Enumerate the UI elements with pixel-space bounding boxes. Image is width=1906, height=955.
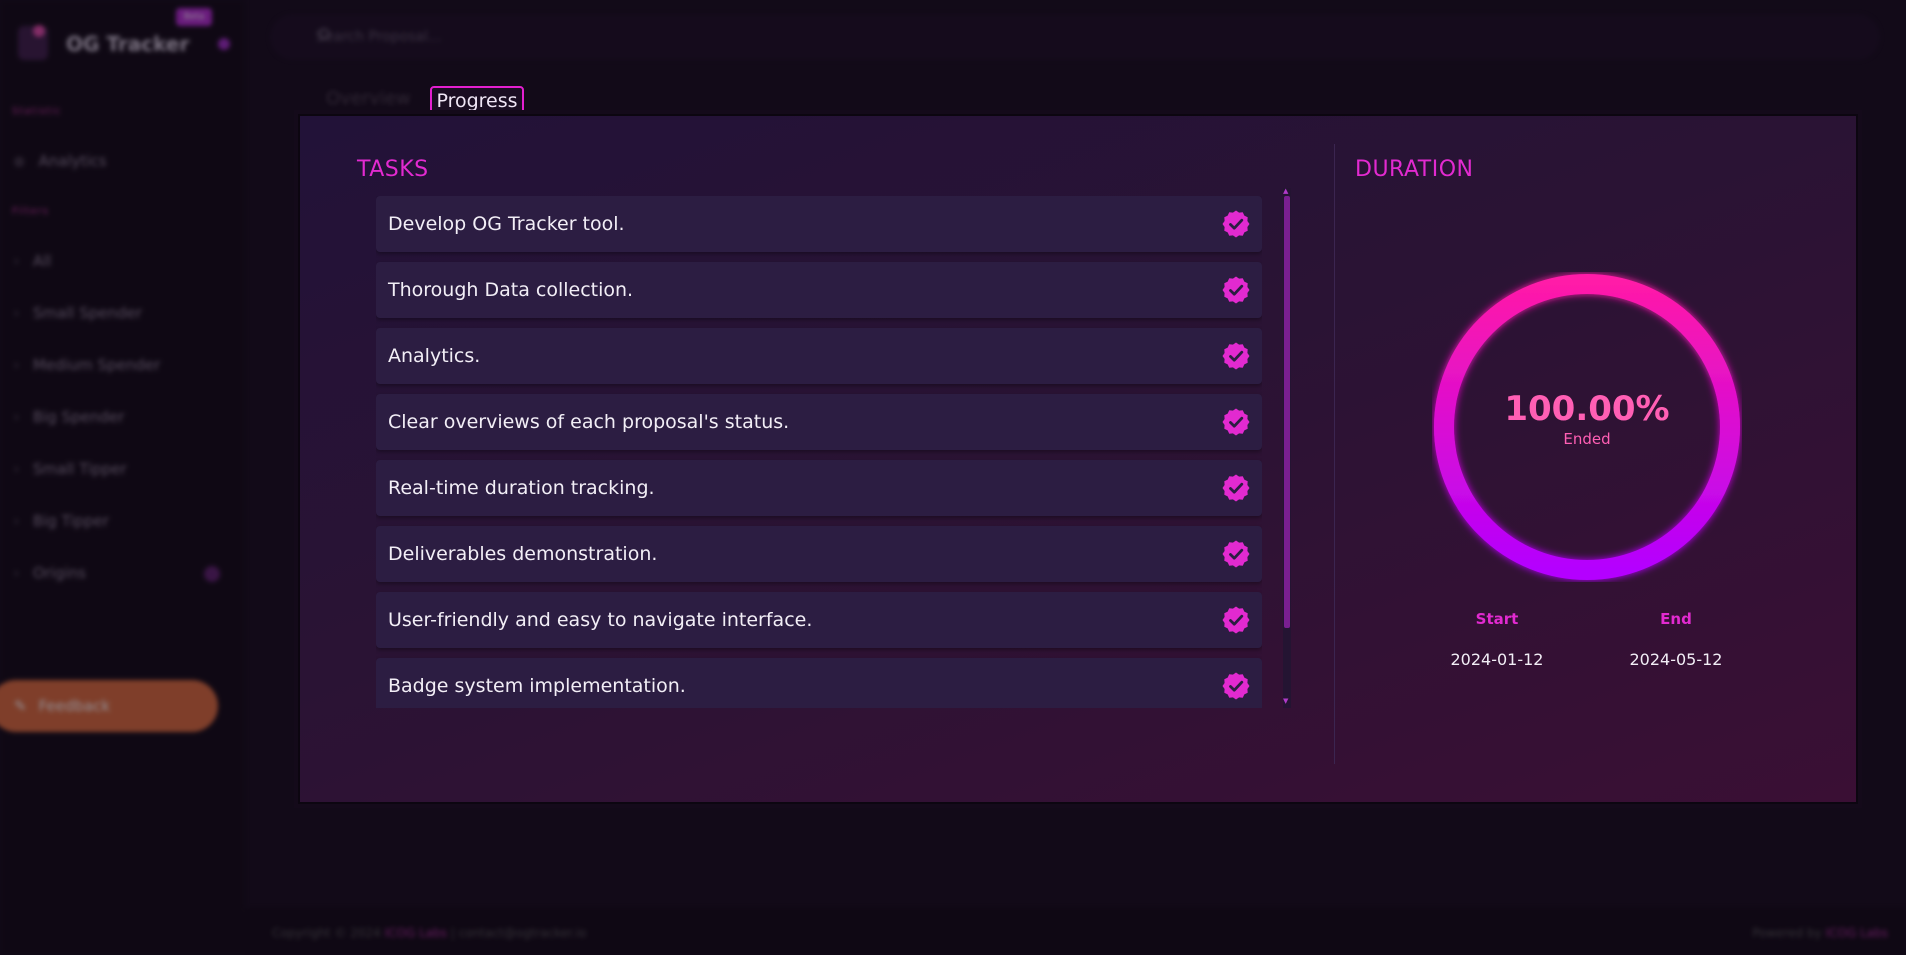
sidebar-item-big-spender[interactable]: › Big Spender xyxy=(14,408,124,426)
task-label: Analytics. xyxy=(388,345,481,367)
sidebar-item-label: Medium Spender xyxy=(32,356,161,374)
end-date: 2024-05-12 xyxy=(1629,650,1723,669)
task-label: Thorough Data collection. xyxy=(388,279,634,301)
chevron-right-icon: › xyxy=(14,358,19,372)
sidebar-item-small-tipper[interactable]: › Small Tipper xyxy=(14,460,127,478)
sidebar-item-origins[interactable]: › Origins xyxy=(14,564,86,582)
chevron-right-icon: › xyxy=(14,566,19,580)
badge-check-icon xyxy=(1222,342,1250,370)
task-item[interactable]: Analytics. xyxy=(376,328,1262,384)
scroll-up-icon[interactable]: ▲ xyxy=(1283,187,1288,195)
sidebar-item-label: Big Tipper xyxy=(32,512,109,530)
sidebar-item-label: Small Tipper xyxy=(32,460,127,478)
task-item[interactable]: Clear overviews of each proposal's statu… xyxy=(376,394,1262,450)
powered-prefix: Powered by xyxy=(1752,926,1822,940)
badge-check-icon xyxy=(1222,474,1250,502)
sidebar-item-analytics[interactable]: ◍ Analytics xyxy=(14,152,107,170)
task-label: Deliverables demonstration. xyxy=(388,543,658,565)
analytics-icon: ◍ xyxy=(14,154,25,168)
app-title: OG Tracker xyxy=(66,32,190,56)
task-item[interactable]: Badge system implementation. xyxy=(376,658,1262,708)
end-label: End xyxy=(1660,610,1692,628)
task-item[interactable]: Thorough Data collection. xyxy=(376,262,1262,318)
origins-badge xyxy=(204,566,220,582)
badge-check-icon xyxy=(1222,408,1250,436)
task-item[interactable]: Real-time duration tracking. xyxy=(376,460,1262,516)
collapse-sidebar-icon[interactable] xyxy=(218,38,230,50)
task-list[interactable]: Develop OG Tracker tool. Thorough Data co… xyxy=(376,196,1262,708)
sidebar-item-label: Big Spender xyxy=(32,408,125,426)
task-label: Real-time duration tracking. xyxy=(388,477,655,499)
chevron-right-icon: › xyxy=(14,462,19,476)
footer-brand-link[interactable]: ICOG Labs xyxy=(385,926,447,940)
feedback-icon: ✎ xyxy=(14,697,27,715)
progress-percent: 100.00% xyxy=(1504,389,1670,429)
sidebar-section-statistic: Statistic xyxy=(12,106,62,117)
scroll-down-icon[interactable]: ▼ xyxy=(1283,697,1288,705)
footer-powered-by: Powered by ICOG Labs xyxy=(1752,926,1888,940)
feedback-label: Feedback xyxy=(38,697,111,715)
tab-overview[interactable]: Overview xyxy=(326,88,411,109)
sidebar-item-small-spender[interactable]: › Small Spender xyxy=(14,304,142,322)
start-date: 2024-01-12 xyxy=(1450,650,1544,669)
sidebar-item-big-tipper[interactable]: › Big Tipper xyxy=(14,512,109,530)
task-label: User-friendly and easy to navigate inter… xyxy=(388,609,813,631)
badge-check-icon xyxy=(1222,276,1250,304)
tab-progress[interactable]: Progress xyxy=(430,86,524,116)
task-label: Develop OG Tracker tool. xyxy=(388,213,625,235)
tasks-heading: TASKS xyxy=(357,157,429,182)
powered-brand-link[interactable]: ICOG Labs xyxy=(1826,926,1888,940)
chevron-right-icon: › xyxy=(14,254,19,268)
badge-check-icon xyxy=(1222,606,1250,634)
chevron-right-icon: › xyxy=(14,306,19,320)
search-icon xyxy=(318,28,330,40)
sidebar-section-filters: Filters xyxy=(12,206,49,217)
progress-status: Ended xyxy=(1563,430,1611,448)
sidebar-item-medium-spender[interactable]: › Medium Spender xyxy=(14,356,160,374)
badge-check-icon xyxy=(1222,210,1250,238)
task-item[interactable]: Deliverables demonstration. xyxy=(376,526,1262,582)
logo-icon xyxy=(33,25,45,37)
panel-divider xyxy=(1334,144,1335,764)
task-label: Clear overviews of each proposal's statu… xyxy=(388,411,790,433)
scrollbar-thumb[interactable] xyxy=(1284,196,1290,628)
sidebar-item-label: Small Spender xyxy=(32,304,142,322)
footer-copyright: Copyright © 2024 ICOG Labs | contact@ogt… xyxy=(272,926,586,940)
copyright-text: Copyright © 2024 xyxy=(272,926,381,940)
footer-contact[interactable]: | contact@ogtracker.io xyxy=(451,926,587,940)
badge-check-icon xyxy=(1222,540,1250,568)
start-label: Start xyxy=(1475,610,1519,628)
task-item[interactable]: User-friendly and easy to navigate inter… xyxy=(376,592,1262,648)
task-item[interactable]: Develop OG Tracker tool. xyxy=(376,196,1262,252)
chevron-right-icon: › xyxy=(14,410,19,424)
beta-badge: Beta xyxy=(176,8,212,26)
feedback-button[interactable]: ✎ Feedback xyxy=(0,680,218,732)
duration-heading: DURATION xyxy=(1355,157,1474,182)
sidebar-item-label: Analytics xyxy=(38,152,107,170)
badge-check-icon xyxy=(1222,672,1250,700)
search-input[interactable]: Search Proposal... xyxy=(270,14,1880,60)
sidebar: OG Tracker Beta Statistic ◍ Analytics Fi… xyxy=(0,0,245,955)
sidebar-item-label: Origins xyxy=(32,564,86,582)
task-label: Badge system implementation. xyxy=(388,675,686,697)
sidebar-item-label: All xyxy=(32,252,52,270)
sidebar-item-all[interactable]: › All xyxy=(14,252,51,270)
chevron-right-icon: › xyxy=(14,514,19,528)
